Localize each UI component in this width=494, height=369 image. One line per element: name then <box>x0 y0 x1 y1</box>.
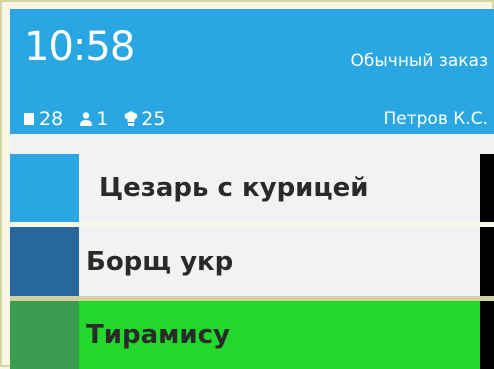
table-icon <box>22 111 36 127</box>
guest-count: 1 <box>96 108 109 130</box>
dish-name: Тирамису <box>86 320 230 350</box>
dish-status-swatch <box>10 154 79 222</box>
waiter-name: Петров К.С. <box>383 109 488 129</box>
row-edge-marker <box>480 301 494 369</box>
dish-row-caesar[interactable]: Цезарь с курицей <box>10 154 494 222</box>
chef-hat-icon <box>124 111 138 127</box>
dish-row-body: Тирамису <box>79 301 480 369</box>
person-icon <box>79 111 93 127</box>
table-number: 28 <box>39 108 64 130</box>
dish-name: Борщ укр <box>86 246 234 277</box>
order-number: 25 <box>141 108 166 130</box>
guest-stat: 1 <box>79 108 108 130</box>
order-stats: 28 1 25 <box>22 108 181 130</box>
order-header: 10:58 Обычный заказ 28 1 25 Петров К.С. <box>10 9 494 134</box>
dish-row-body: Цезарь с курицей <box>79 154 480 222</box>
dish-name: Цезарь с курицей <box>99 173 369 203</box>
order-type-label: Обычный заказ <box>350 51 488 71</box>
dish-status-swatch <box>10 301 79 369</box>
order-time: 10:58 <box>24 24 135 70</box>
order-card: 10:58 Обычный заказ 28 1 25 Петров К.С. … <box>0 0 494 369</box>
dish-row-tiramisu[interactable]: Тирамису <box>10 301 494 369</box>
row-edge-marker <box>480 154 494 222</box>
row-edge-marker <box>480 227 494 296</box>
dish-row-body: Борщ укр <box>79 227 480 296</box>
dish-row-borscht[interactable]: Борщ укр <box>10 227 494 296</box>
table-stat: 28 <box>22 108 63 130</box>
order-number-stat: 25 <box>124 108 165 130</box>
dish-status-swatch <box>10 227 79 296</box>
list-top-spacer <box>10 134 494 154</box>
